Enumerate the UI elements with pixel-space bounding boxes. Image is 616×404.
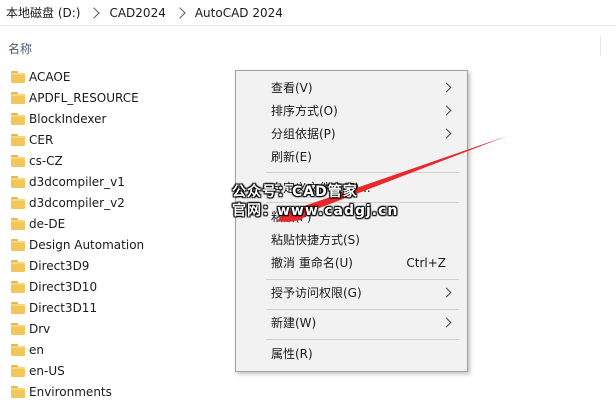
menu-item-undo-rename[interactable]: 撤消 重命名(U) Ctrl+Z bbox=[236, 252, 467, 274]
menu-item-refresh[interactable]: 刷新(E) bbox=[236, 146, 467, 168]
context-menu: 查看(V) 排序方式(O) 分组依据(P) 刷新(E) 自定义文件夹(F)...… bbox=[235, 70, 468, 372]
folder-icon bbox=[11, 176, 25, 188]
file-name: d3dcompiler_v1 bbox=[29, 175, 125, 189]
file-name: Environments bbox=[29, 385, 112, 399]
list-item[interactable]: CER bbox=[0, 130, 240, 151]
list-item[interactable]: de-DE bbox=[0, 214, 240, 235]
list-item[interactable]: en bbox=[0, 340, 240, 361]
list-item[interactable]: Direct3D9 bbox=[0, 256, 240, 277]
folder-icon bbox=[11, 134, 25, 146]
list-item[interactable]: Direct3D10 bbox=[0, 277, 240, 298]
chevron-right-icon bbox=[441, 287, 452, 298]
file-name: Drv bbox=[29, 322, 51, 336]
menu-item-properties[interactable]: 属性(R) bbox=[236, 343, 467, 365]
file-name: Direct3D11 bbox=[29, 301, 98, 315]
chevron-right-icon bbox=[441, 82, 452, 93]
folder-icon bbox=[11, 239, 25, 251]
menu-item-label: 授予访问权限(G) bbox=[271, 286, 362, 300]
menu-item-label: 新建(W) bbox=[271, 316, 317, 330]
menu-item-give-access[interactable]: 授予访问权限(G) bbox=[236, 282, 467, 304]
list-item[interactable]: Environments bbox=[0, 382, 240, 403]
folder-icon bbox=[11, 155, 25, 167]
folder-icon bbox=[11, 281, 25, 293]
file-name: d3dcompiler_v2 bbox=[29, 196, 125, 210]
file-name: CER bbox=[29, 133, 54, 147]
menu-item-shortcut: Ctrl+Z bbox=[406, 256, 446, 270]
file-name: en-US bbox=[29, 364, 65, 378]
menu-separator bbox=[266, 339, 459, 340]
chevron-right-icon bbox=[441, 128, 452, 139]
list-item[interactable]: Design Automation bbox=[0, 235, 240, 256]
menu-item-group-by[interactable]: 分组依据(P) bbox=[236, 123, 467, 145]
file-name: cs-CZ bbox=[29, 154, 63, 168]
folder-icon bbox=[11, 386, 25, 398]
file-name: Direct3D9 bbox=[29, 259, 90, 273]
breadcrumb: 本地磁盘 (D:) CAD2024 AutoCAD 2024 bbox=[0, 0, 616, 26]
chevron-right-icon[interactable] bbox=[174, 6, 186, 19]
file-name: Direct3D10 bbox=[29, 280, 98, 294]
menu-item-label: 撤消 重命名(U) bbox=[271, 256, 353, 270]
watermark-line-2: 官网：www.cadgj.cn bbox=[232, 203, 399, 219]
folder-icon bbox=[11, 365, 25, 377]
menu-item-paste-shortcut[interactable]: 粘贴快捷方式(S) bbox=[236, 229, 467, 251]
menu-item-label: 排序方式(O) bbox=[271, 104, 338, 118]
menu-item-sort-by[interactable]: 排序方式(O) bbox=[236, 100, 467, 122]
file-name: en bbox=[29, 343, 44, 357]
breadcrumb-autocad[interactable]: AutoCAD 2024 bbox=[195, 6, 283, 20]
folder-icon bbox=[11, 302, 25, 314]
list-item[interactable]: Direct3D11 bbox=[0, 298, 240, 319]
menu-item-label: 分组依据(P) bbox=[271, 127, 336, 141]
file-name: ACAOE bbox=[29, 70, 71, 84]
menu-item-label: 查看(V) bbox=[271, 81, 313, 95]
file-name: BlockIndexer bbox=[29, 112, 107, 126]
list-item[interactable]: Drv bbox=[0, 319, 240, 340]
menu-separator bbox=[266, 309, 459, 310]
list-item[interactable]: d3dcompiler_v1 bbox=[0, 172, 240, 193]
chevron-right-icon bbox=[441, 317, 452, 328]
menu-item-label: 刷新(E) bbox=[271, 150, 312, 164]
menu-item-view[interactable]: 查看(V) bbox=[236, 77, 467, 99]
folder-icon bbox=[11, 197, 25, 209]
list-item[interactable]: cs-CZ bbox=[0, 151, 240, 172]
folder-icon bbox=[11, 323, 25, 335]
menu-item-label: 属性(R) bbox=[271, 347, 313, 361]
watermark-line-1: 公众号：CAD管家 bbox=[232, 184, 358, 200]
list-item[interactable]: APDFL_RESOURCE bbox=[0, 88, 240, 109]
menu-separator bbox=[266, 172, 459, 173]
column-header-name[interactable]: 名称 bbox=[8, 40, 32, 57]
folder-icon bbox=[11, 92, 25, 104]
chevron-right-icon[interactable] bbox=[88, 6, 101, 19]
breadcrumb-drive[interactable]: 本地磁盘 (D:) bbox=[6, 4, 80, 21]
file-name: de-DE bbox=[29, 217, 66, 231]
list-item[interactable]: ACAOE bbox=[0, 67, 240, 88]
list-item[interactable]: d3dcompiler_v2 bbox=[0, 193, 240, 214]
list-item[interactable]: en-US bbox=[0, 361, 240, 382]
folder-icon bbox=[11, 71, 25, 83]
menu-separator bbox=[266, 279, 459, 280]
folder-icon bbox=[11, 344, 25, 356]
column-divider[interactable] bbox=[600, 36, 601, 56]
folder-icon bbox=[11, 113, 25, 125]
breadcrumb-cad2024[interactable]: CAD2024 bbox=[109, 6, 165, 20]
menu-item-new[interactable]: 新建(W) bbox=[236, 312, 467, 334]
file-name: APDFL_RESOURCE bbox=[29, 91, 139, 105]
chevron-right-icon bbox=[441, 105, 452, 116]
folder-icon bbox=[11, 218, 25, 230]
list-item[interactable]: BlockIndexer bbox=[0, 109, 240, 130]
file-name: Design Automation bbox=[29, 238, 145, 252]
menu-item-label: 粘贴快捷方式(S) bbox=[271, 233, 360, 247]
folder-icon bbox=[11, 260, 25, 272]
